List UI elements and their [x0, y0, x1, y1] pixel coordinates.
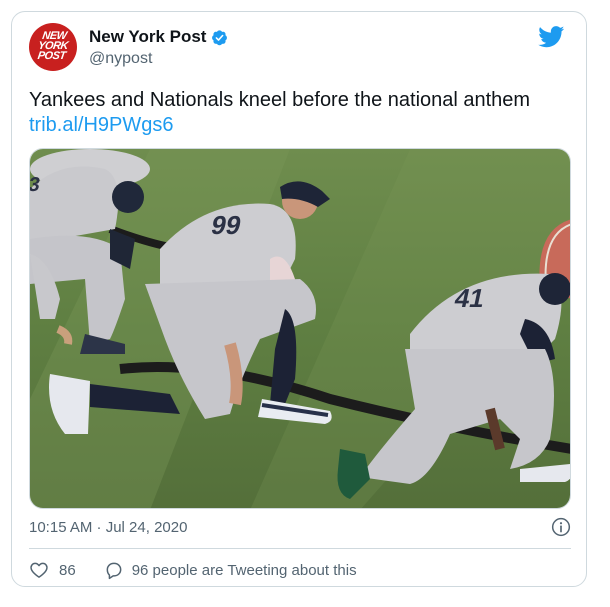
- tweet-text: Yankees and Nationals kneel before the n…: [29, 89, 531, 111]
- tweet-card[interactable]: NEW YORK POST New York Post @nypost Yankee…: [11, 11, 587, 587]
- verified-badge-icon: [212, 29, 228, 45]
- divider: [29, 548, 571, 549]
- action-row: 86 96 people are Tweeting about this: [29, 560, 357, 580]
- like-count[interactable]: 86: [59, 562, 76, 579]
- players-kneeling-photo: 3 99 41: [30, 149, 570, 508]
- heart-icon[interactable]: [29, 560, 49, 580]
- tweet-photo[interactable]: 3 99 41: [29, 148, 571, 509]
- info-icon[interactable]: [551, 517, 571, 537]
- author-handle[interactable]: @nypost: [89, 50, 152, 68]
- author-name-row[interactable]: New York Post: [89, 27, 228, 47]
- tweet-timestamp[interactable]: 10:15 AM · Jul 24, 2020: [29, 519, 187, 536]
- avatar[interactable]: NEW YORK POST: [29, 23, 77, 71]
- tweeting-about-link[interactable]: 96 people are Tweeting about this: [132, 562, 357, 579]
- speech-bubble-icon[interactable]: [104, 560, 124, 580]
- twitter-bird-icon[interactable]: [538, 26, 565, 48]
- avatar-logo-text: NEW YORK POST: [36, 30, 69, 62]
- tweet-link[interactable]: trib.al/H9PWgs6: [29, 112, 174, 138]
- author-display-name[interactable]: New York Post: [89, 27, 206, 47]
